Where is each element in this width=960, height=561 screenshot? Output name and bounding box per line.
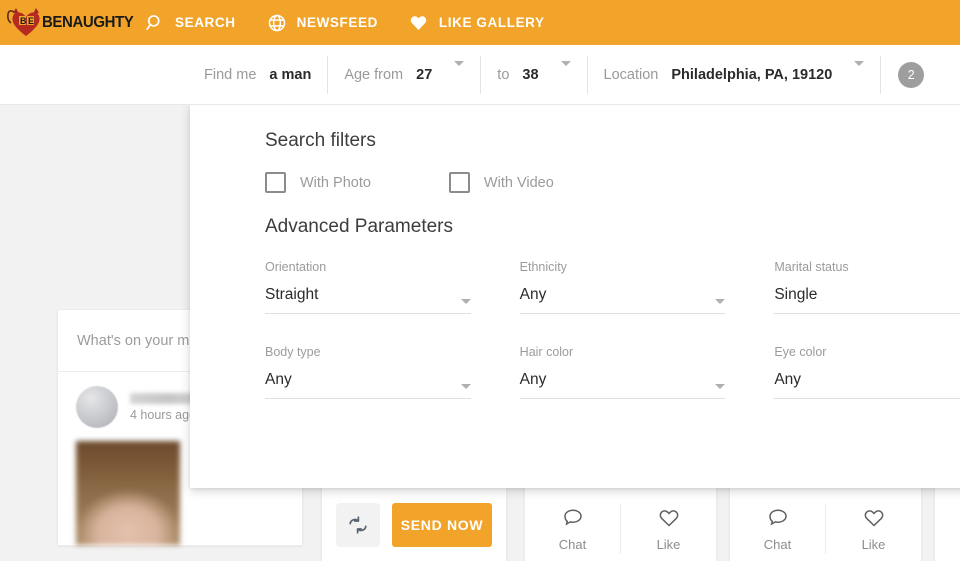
search-icon — [144, 12, 166, 34]
advanced-fields: Orientation Straight Ethnicity Any Marit… — [265, 260, 960, 399]
location-value: Philadelphia, PA, 19120 — [671, 67, 832, 83]
marital-status-label: Marital status — [774, 260, 960, 274]
chevron-down-icon — [461, 299, 471, 304]
globe-icon — [266, 12, 288, 34]
age-to-value: 38 — [522, 67, 538, 83]
avatar[interactable] — [76, 386, 118, 428]
with-video-checkbox[interactable]: With Video — [449, 172, 554, 193]
nav-item-like-gallery[interactable]: LIKE GALLERY — [393, 0, 560, 45]
nav-label-like-gallery: LIKE GALLERY — [439, 15, 545, 30]
like-button[interactable]: Like — [826, 486, 921, 561]
checkbox-icon — [265, 172, 286, 193]
like-label: Like — [862, 537, 886, 552]
heart-icon — [408, 12, 430, 34]
search-bar: Find me a man Age from 27 to 38 Location… — [0, 45, 960, 105]
age-from-value: 27 — [416, 67, 432, 83]
body-type-label: Body type — [265, 345, 471, 359]
chat-label: Chat — [559, 537, 586, 552]
location-field[interactable]: Location Philadelphia, PA, 19120 — [588, 56, 881, 94]
eye-color-field: Eye color Any — [774, 345, 960, 399]
svg-text:E: E — [28, 16, 34, 26]
location-label: Location — [604, 67, 659, 83]
chevron-down-icon — [715, 299, 725, 304]
main-nav: SEARCH NEWSFEED — [129, 0, 560, 45]
chevron-down-icon[interactable] — [454, 66, 464, 84]
svg-text:B: B — [20, 16, 27, 26]
panel-title: Search filters — [265, 130, 960, 152]
hair-color-field: Hair color Any — [520, 345, 726, 399]
heart-devil-logo-icon: B E — [6, 6, 46, 40]
send-widget: SEND NOW — [321, 482, 507, 561]
hair-color-label: Hair color — [520, 345, 726, 359]
find-me-value: a man — [269, 67, 311, 83]
field-row: Body type Any Hair color Any Eye color — [265, 345, 960, 399]
eye-color-value: Any — [774, 371, 801, 389]
ethnicity-label: Ethnicity — [520, 260, 726, 274]
age-from-label: Age from — [344, 67, 403, 83]
ethnicity-value: Any — [520, 286, 547, 304]
send-now-button[interactable]: SEND NOW — [392, 503, 492, 547]
like-label: Like — [657, 537, 681, 552]
divider — [880, 56, 881, 94]
nav-label-search: SEARCH — [175, 15, 236, 30]
with-video-label: With Video — [484, 175, 554, 191]
chevron-down-icon — [715, 384, 725, 389]
with-photo-label: With Photo — [300, 175, 371, 191]
marital-status-select[interactable]: Single — [774, 286, 960, 314]
profile-actions: Chat Like — [730, 486, 921, 561]
nav-item-newsfeed[interactable]: NEWSFEED — [251, 0, 393, 45]
orientation-select[interactable]: Straight — [265, 286, 471, 314]
app-header: B E BENAUGHTY SEARCH — [0, 0, 960, 45]
marital-status-value: Single — [774, 286, 817, 304]
ethnicity-select[interactable]: Any — [520, 286, 726, 314]
body-type-select[interactable]: Any — [265, 371, 471, 399]
orientation-field: Orientation Straight — [265, 260, 471, 314]
field-row: Orientation Straight Ethnicity Any Marit… — [265, 260, 960, 314]
body-type-value: Any — [265, 371, 292, 389]
filters-count-badge[interactable]: 2 — [898, 62, 924, 88]
ethnicity-field: Ethnicity Any — [520, 260, 726, 314]
logo-text: BENAUGHTY — [42, 14, 133, 32]
chevron-down-icon — [461, 384, 471, 389]
chat-label: Chat — [764, 537, 791, 552]
like-button[interactable]: Like — [621, 486, 716, 561]
nav-label-newsfeed: NEWSFEED — [297, 15, 378, 30]
orientation-value: Straight — [265, 286, 318, 304]
profile-actions: Chat — [935, 486, 960, 561]
age-to-field[interactable]: to 38 — [481, 56, 586, 94]
chat-button[interactable]: Chat — [525, 486, 620, 561]
chat-button[interactable]: Chat — [730, 486, 825, 561]
age-to-label: to — [497, 67, 509, 83]
find-me-field[interactable]: Find me a man — [188, 56, 327, 94]
eye-color-select[interactable]: Any — [774, 371, 960, 399]
body-type-field: Body type Any — [265, 345, 471, 399]
logo[interactable]: B E BENAUGHTY — [0, 0, 112, 45]
filter-checkbox-row: With Photo With Video — [265, 172, 960, 193]
orientation-label: Orientation — [265, 260, 471, 274]
hair-color-value: Any — [520, 371, 547, 389]
marital-status-field: Marital status Single — [774, 260, 960, 314]
refresh-icon[interactable] — [336, 503, 380, 547]
checkbox-icon — [449, 172, 470, 193]
chevron-down-icon[interactable] — [854, 66, 864, 84]
age-from-field[interactable]: Age from 27 — [328, 56, 480, 94]
with-photo-checkbox[interactable]: With Photo — [265, 172, 371, 193]
advanced-parameters-title: Advanced Parameters — [265, 216, 960, 238]
chevron-down-icon[interactable] — [561, 66, 571, 84]
chat-button[interactable]: Chat — [935, 486, 960, 561]
find-me-label: Find me — [204, 67, 256, 83]
search-bar-inner: Find me a man Age from 27 to 38 Location… — [188, 45, 924, 105]
app-root: What's on your mind? 4 hours ago — [0, 0, 960, 561]
nav-item-search[interactable]: SEARCH — [129, 0, 251, 45]
search-filters-panel: Search filters With Photo With Video Adv… — [190, 105, 960, 488]
profile-actions: Chat Like — [525, 486, 716, 561]
post-photo[interactable] — [76, 441, 180, 545]
eye-color-label: Eye color — [774, 345, 960, 359]
hair-color-select[interactable]: Any — [520, 371, 726, 399]
